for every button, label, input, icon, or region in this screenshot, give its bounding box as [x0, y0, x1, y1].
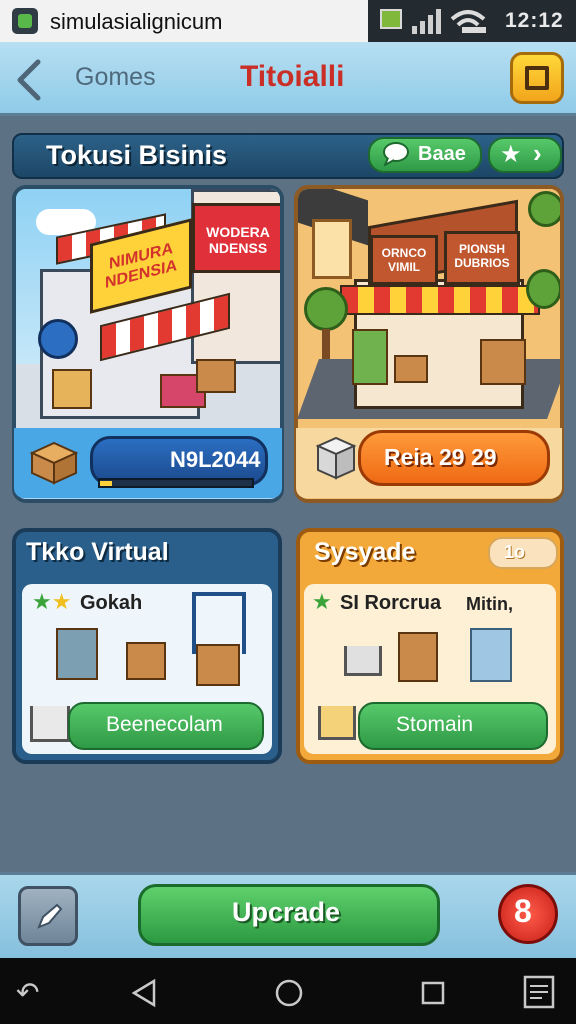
shopping-cart-icon: [318, 706, 356, 740]
box-icon: [126, 642, 166, 680]
supply-store-button-label: Stomain: [396, 713, 474, 736]
shopping-cart-icon: [30, 706, 70, 742]
notification-icon: [380, 9, 402, 29]
return-icon[interactable]: ↶: [16, 976, 39, 1009]
back-button[interactable]: [12, 58, 48, 102]
supply-store-label: SI Rorcrua: [340, 592, 442, 614]
shop-sign: ORNCO VIMIL: [370, 235, 438, 285]
wall-window: [312, 219, 352, 279]
crate: [394, 355, 428, 383]
alert-badge-label: 8: [514, 893, 532, 929]
virtual-store-title: Tkko Virtual: [26, 538, 169, 566]
chevron-right-icon: ›: [533, 138, 542, 168]
shop-progress-bar: [98, 478, 254, 488]
notes-icon[interactable]: [522, 974, 556, 1010]
menu-button[interactable]: [510, 52, 564, 104]
side-store-sign: WODERA NDENSS: [192, 203, 280, 273]
shop-value: Reia 29 29: [384, 444, 497, 470]
tree-icon: [304, 287, 348, 331]
back-triangle-icon[interactable]: [130, 978, 158, 1008]
supply-store-title: Sysyade: [314, 538, 416, 566]
tree-trunk: [322, 329, 330, 359]
section-title: Tokusi Bisinis: [46, 140, 228, 170]
shopping-cart-icon: [344, 646, 382, 676]
virtual-store-button-label: Beenecolam: [106, 713, 223, 736]
home-circle-icon[interactable]: [274, 978, 304, 1008]
shop-awning: [340, 285, 540, 315]
recents-square-icon[interactable]: [420, 980, 446, 1006]
tree-icon: [528, 191, 560, 227]
star-icon: ★: [500, 141, 522, 168]
storage-crate-icon: [56, 628, 98, 680]
upgrade-button-label: Upcrade: [232, 897, 341, 927]
book-icon: [525, 66, 549, 90]
box-icon: [29, 441, 79, 485]
star-icon: ★: [312, 589, 332, 614]
crate-icon: [470, 628, 512, 682]
header-nav-label[interactable]: Gomes: [75, 63, 156, 92]
share-label: Baae: [418, 143, 466, 165]
virtual-store-label: Gokah: [80, 592, 143, 614]
supply-store-badge-label: 1o: [504, 542, 526, 562]
shop-progress-fill: [100, 481, 112, 486]
pencil-icon: [37, 903, 63, 929]
page-title: Titoialli: [240, 60, 345, 93]
crate: [480, 339, 526, 385]
speech-bubble-icon: [383, 142, 409, 166]
wifi-icon: [450, 10, 486, 33]
signal-icon: [412, 9, 441, 34]
goods-shelf: [352, 329, 388, 385]
app-icon: [12, 8, 38, 34]
shop-value: N9L2044: [170, 447, 261, 472]
shopping-box-icon: [315, 436, 357, 480]
edit-button[interactable]: [18, 886, 78, 946]
goods-shelf: [52, 369, 92, 409]
shop-side-sign: PIONSH DUBRIOS: [444, 231, 520, 285]
status-time: 12:12: [505, 9, 564, 32]
box-icon: [398, 632, 438, 682]
store-logo-icon: [38, 319, 78, 359]
box-icon: [196, 644, 240, 686]
tree-icon: [526, 269, 560, 309]
star-icon: ★★: [32, 589, 72, 614]
supply-store-label-secondary: Mitin,: [466, 594, 513, 614]
crate: [196, 359, 236, 393]
app-name: simulasialignicum: [50, 9, 223, 34]
